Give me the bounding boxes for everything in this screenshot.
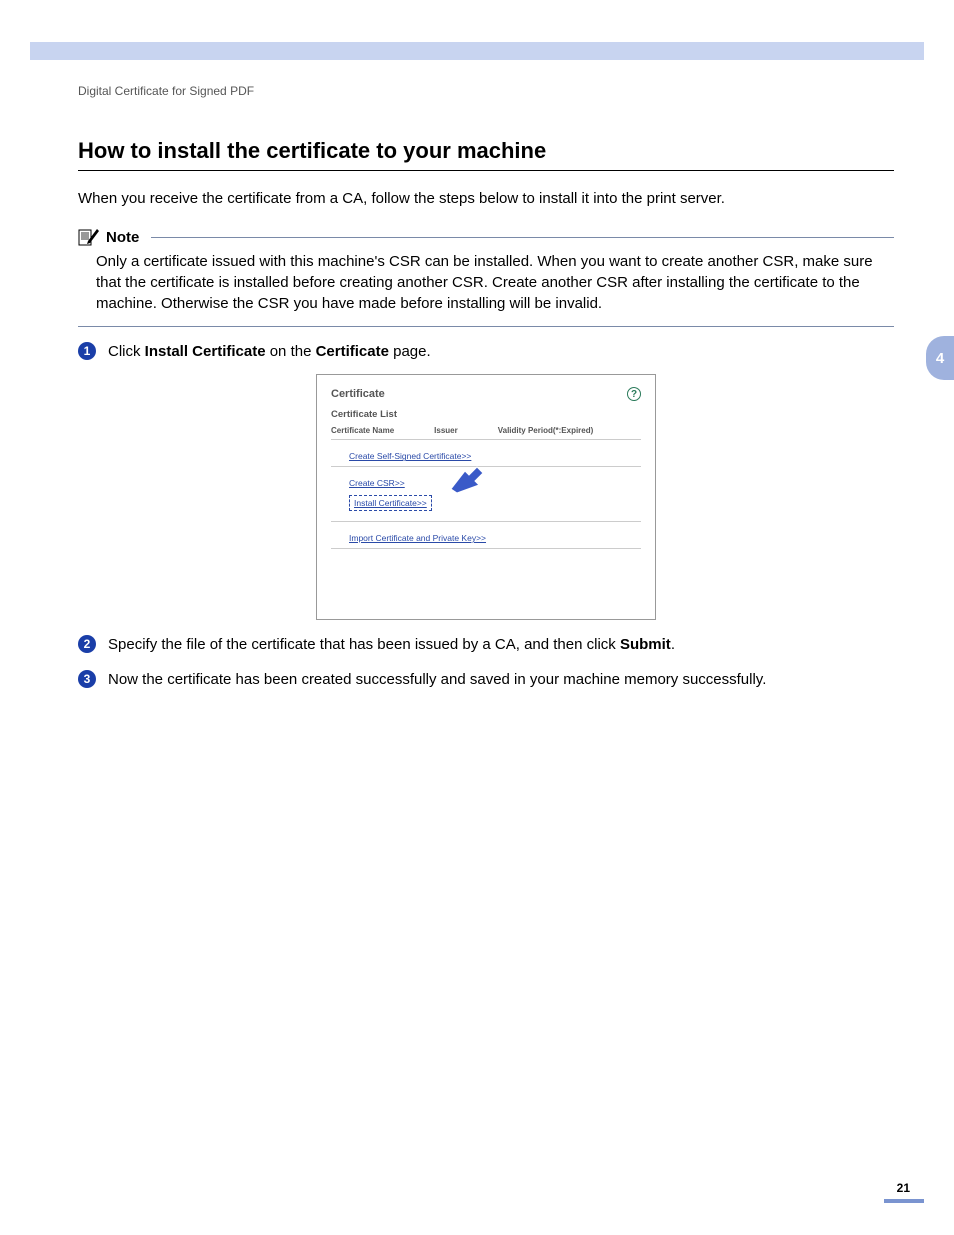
- step-number-1: 1: [78, 342, 96, 360]
- header-accent-bar: [30, 42, 924, 60]
- step-2: 2 Specify the file of the certificate th…: [78, 634, 894, 655]
- note-top-rule: [151, 237, 894, 238]
- note-bottom-rule: [78, 326, 894, 327]
- step-1-mid: on the: [266, 343, 316, 360]
- chapter-tab: 4: [926, 336, 954, 380]
- ss-col-name: Certificate Name: [331, 426, 394, 435]
- step-1: 1 Click Install Certificate on the Certi…: [78, 341, 894, 362]
- page-number-accent: [884, 1199, 924, 1203]
- pointer-arrow-icon: [447, 461, 489, 499]
- step-2-post: .: [671, 636, 675, 653]
- ss-subtitle: Certificate List: [331, 409, 641, 420]
- link-create-csr[interactable]: Create CSR>>: [349, 477, 405, 489]
- ss-divider-3: [331, 521, 641, 522]
- step-2-bold: Submit: [620, 636, 671, 653]
- ss-col-issuer: Issuer: [434, 426, 458, 435]
- step-3-text: Now the certificate has been created suc…: [108, 669, 766, 690]
- intro-paragraph: When you receive the certificate from a …: [78, 189, 894, 209]
- breadcrumb: Digital Certificate for Signed PDF: [78, 84, 894, 98]
- note-block: Note Only a certificate issued with this…: [78, 227, 894, 327]
- step-3: 3 Now the certificate has been created s…: [78, 669, 894, 690]
- page-number: 21: [897, 1181, 910, 1195]
- heading-rule: [78, 170, 894, 171]
- step-1-post: page.: [389, 343, 431, 360]
- step-1-pre: Click: [108, 343, 145, 360]
- step-number-2: 2: [78, 635, 96, 653]
- step-1-bold-1: Install Certificate: [145, 343, 266, 360]
- link-import-cert-key[interactable]: Import Certificate and Private Key>>: [349, 532, 486, 544]
- step-1-text: Click Install Certificate on the Certifi…: [108, 341, 431, 362]
- page-heading: How to install the certificate to your m…: [78, 138, 894, 164]
- help-icon[interactable]: ?: [627, 387, 641, 401]
- page-content: Digital Certificate for Signed PDF How t…: [78, 84, 894, 690]
- note-icon: [78, 227, 100, 247]
- step-1-bold-2: Certificate: [316, 343, 389, 360]
- link-install-certificate[interactable]: Install Certificate>>: [349, 495, 432, 511]
- ss-col-validity: Validity Period(*:Expired): [498, 426, 594, 435]
- ss-title: Certificate: [331, 388, 385, 400]
- step-2-pre: Specify the file of the certificate that…: [108, 636, 620, 653]
- note-body: Only a certificate issued with this mach…: [78, 251, 894, 314]
- note-label: Note: [106, 229, 139, 246]
- ss-divider-4: [331, 548, 641, 549]
- certificate-page-screenshot: Certificate ? Certificate List Certifica…: [316, 374, 656, 620]
- step-2-text: Specify the file of the certificate that…: [108, 634, 675, 655]
- ss-divider-1: [331, 439, 641, 440]
- step-number-3: 3: [78, 670, 96, 688]
